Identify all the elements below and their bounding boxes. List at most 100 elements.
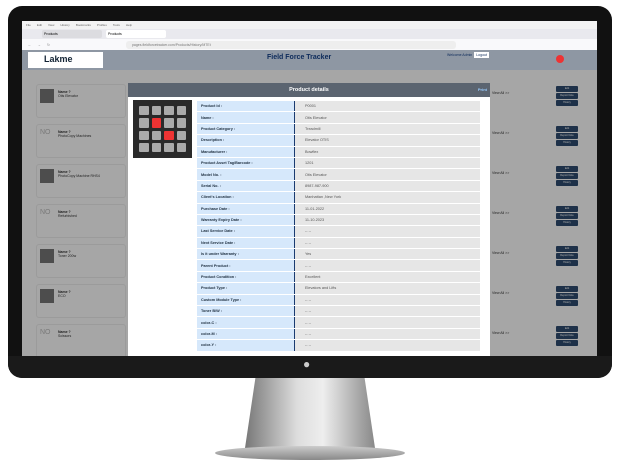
detail-label: Warranty Expiry Date : [197,214,295,226]
menu-item[interactable]: Profiles [97,23,107,27]
detail-row: Product Type : Elevators and Lifts [197,283,480,294]
elevator-button-graphic [176,118,186,128]
menu-item[interactable]: View [48,23,54,27]
elevator-button-graphic [164,118,174,128]
detail-row: Serial No. :8987-987-900 [197,180,480,192]
detail-label: Product Category : [197,123,295,135]
detail-row: Next Service Date : -- -- [197,237,480,249]
elevator-button-graphic [164,106,174,116]
elevator-button-graphic [151,118,161,128]
detail-label: Toner B/W : [197,306,295,317]
detail-value: -- -- [295,328,480,340]
detail-label: Purchase Date : [197,203,295,214]
detail-label: Next Service Date : [197,237,295,249]
product-details-modal: Product details Print Product Id : P0001 Na… [128,83,490,356]
detail-row: Purchase Date :11-01-2022 [197,203,480,214]
detail-label: Manufacturer : [197,146,295,157]
detail-value: Manhattan ,New York [295,192,480,203]
detail-value: 11-01-2022 [295,203,480,214]
detail-row: Is it under Warranty : Yes [197,249,480,260]
detail-label: Product Condition : [197,271,295,283]
tab-products[interactable]: Products [42,30,102,38]
detail-row: Toner B/W : -- -- [197,306,480,317]
detail-value: Excellent [295,271,480,283]
detail-row: Product Id : P0001 [197,101,480,112]
elevator-button-graphic [139,118,149,128]
browser-tabs: Products Products [22,29,597,39]
user-info: Welcome Admin Logout [447,52,489,58]
forward-icon[interactable]: → [38,43,42,47]
detail-row: Name : Otis Elevator [197,112,480,123]
menu-item[interactable]: History [60,23,69,27]
detail-value: -- -- [295,237,480,249]
elevator-button-graphic [151,142,161,152]
app-header: Lakme Field Force Tracker Welcome Admin L… [22,50,597,70]
detail-value: Otis Elevator [295,169,480,180]
reload-icon[interactable]: ↻ [47,43,50,47]
elevator-button-graphic [176,130,186,140]
detail-row: Parent Product : -- -- [197,260,480,271]
detail-value: -- -- [295,294,480,306]
menu-item[interactable]: File [26,23,31,27]
detail-value: Treadmill [295,123,480,135]
detail-label: color-Y : [197,340,295,351]
company-logo: Lakme [28,52,103,68]
monitor-stand [245,378,375,448]
elevator-button-graphic [176,142,186,152]
detail-label: Product Type : [197,283,295,294]
tab-products-active[interactable]: Products [106,30,166,38]
detail-value: Bowflex [295,146,480,157]
detail-label: Parent Product : [197,260,295,271]
detail-label: color-C : [197,317,295,328]
apple-logo-icon: ● [303,357,311,371]
address-bar-row: ← → ↻ pages.fieldforcetracker.com/Products… [22,39,597,50]
back-icon[interactable]: ← [28,43,32,47]
detail-value: -- -- [295,226,480,237]
elevator-button-graphic [164,142,174,152]
screen: File Edit View History Bookmarks Profiles Tool… [22,21,597,356]
detail-row: color-C : -- -- [197,317,480,328]
detail-value: -- -- [295,317,480,328]
power-icon[interactable] [556,55,564,63]
modal-title: Product details [289,87,329,93]
menu-item[interactable]: Help [126,23,132,27]
browser-menubar: File Edit View History Bookmarks Profiles Tool… [22,21,597,29]
logout-button[interactable]: Logout [474,52,489,58]
detail-row: Product Condition : Excellent [197,271,480,283]
modal-header: Product details Print [128,83,490,97]
elevator-button-graphic [139,142,149,152]
detail-value: Yes [295,249,480,260]
detail-label: Client's Location : [197,192,295,203]
detail-value: Elevators and Lifts [295,283,480,294]
detail-value: Otis Elevator [295,112,480,123]
elevator-button-graphic [176,106,186,116]
app-title: Field Force Tracker [267,54,332,61]
elevator-button-graphic [139,130,149,140]
detail-value: 11-10-2023 [295,214,480,226]
detail-row: Product Category : Treadmill [197,123,480,135]
detail-row: Custom Module Type : -- -- [197,294,480,306]
product-image [133,100,192,158]
menu-item[interactable]: Edit [37,23,42,27]
detail-label: Serial No. : [197,180,295,192]
detail-row: Last Service Date : -- -- [197,226,480,237]
detail-label: Product Asset Tag/Barcode : [197,157,295,169]
menu-item[interactable]: Tools [113,23,120,27]
menu-item[interactable]: Bookmarks [76,23,91,27]
detail-label: color-M : [197,328,295,340]
detail-row: Warranty Expiry Date :11-10-2023 [197,214,480,226]
detail-label: Is it under Warranty : [197,249,295,260]
monitor-base [215,446,405,460]
detail-label: Last Service Date : [197,226,295,237]
url-input[interactable]: pages.fieldforcetracker.com/Products/His… [125,40,456,49]
detail-label: Description : [197,135,295,146]
detail-row: Client's Location : Manhattan ,New York [197,192,480,203]
detail-value: -- -- [295,340,480,351]
elevator-button-graphic [164,130,174,140]
print-button[interactable]: Print [478,83,487,97]
detail-row: color-Y : -- -- [197,340,480,351]
detail-label: Product Id : [197,101,295,112]
detail-value: -- -- [295,306,480,317]
detail-value: Elevator OTIS [295,135,480,146]
detail-label: Name : [197,112,295,123]
